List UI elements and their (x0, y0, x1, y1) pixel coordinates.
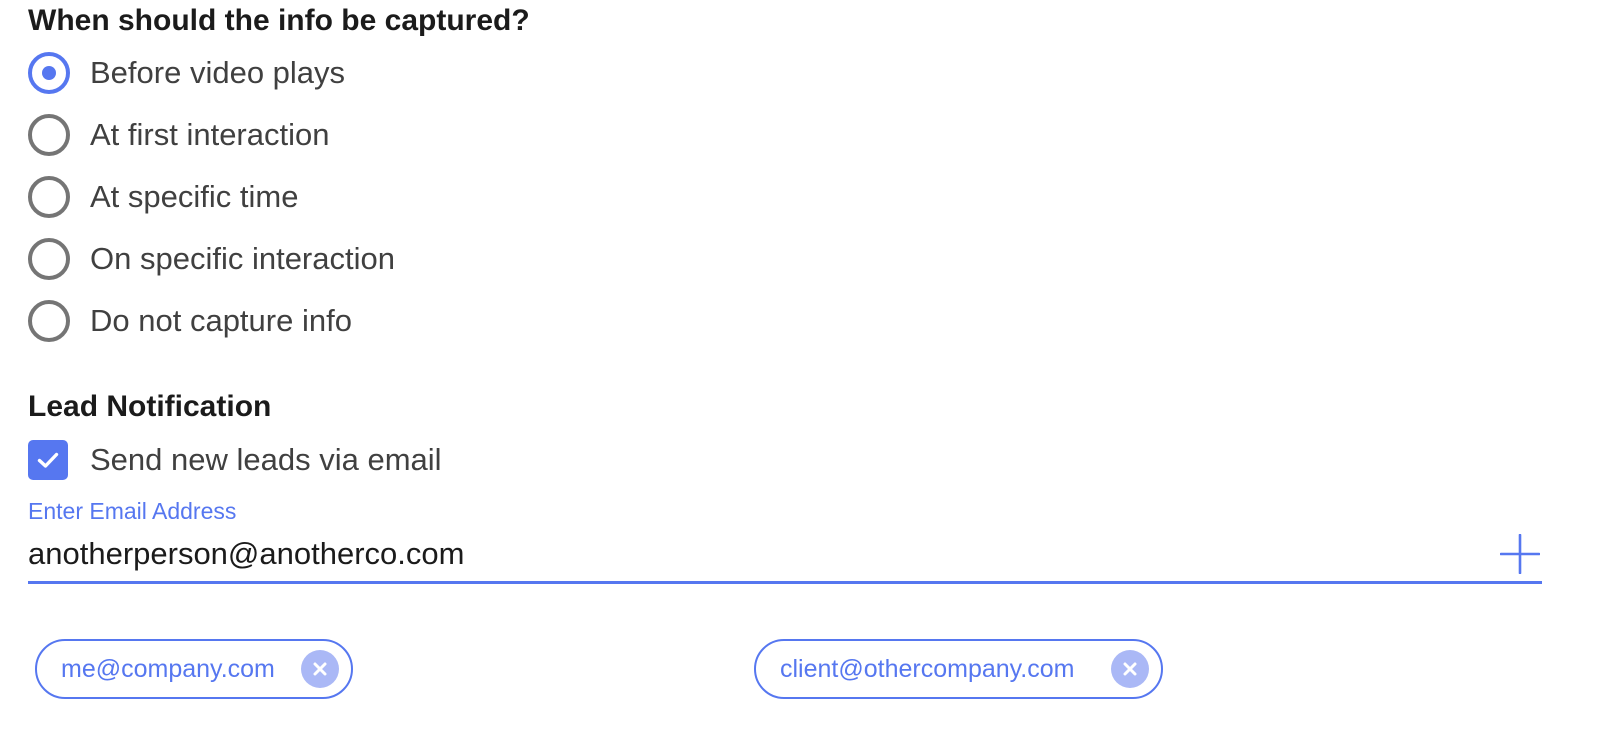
radio-button-first-interaction[interactable] (28, 114, 70, 156)
radio-option-first-interaction[interactable]: At first interaction (28, 104, 395, 166)
email-chip: client@othercompany.com (754, 639, 1163, 699)
radio-button-specific-time[interactable] (28, 176, 70, 218)
email-chip-label: me@company.com (61, 654, 275, 683)
capture-timing-options: Before video plays At first interaction … (28, 42, 395, 352)
send-leads-email-option[interactable]: Send new leads via email (28, 440, 442, 480)
email-field-label: Enter Email Address (28, 498, 237, 524)
send-leads-email-checkbox[interactable] (28, 440, 68, 480)
email-chip-label: client@othercompany.com (780, 654, 1075, 683)
radio-button-specific-interaction[interactable] (28, 238, 70, 280)
email-field (28, 532, 1542, 584)
radio-label-do-not-capture: Do not capture info (90, 303, 352, 338)
email-input[interactable] (28, 532, 1468, 576)
radio-label-specific-interaction: On specific interaction (90, 241, 395, 276)
radio-label-specific-time: At specific time (90, 179, 299, 214)
close-icon (1123, 662, 1137, 676)
add-email-button[interactable] (1499, 533, 1541, 575)
email-chip: me@company.com (35, 639, 353, 699)
plus-icon (1499, 533, 1541, 575)
radio-option-do-not-capture[interactable]: Do not capture info (28, 290, 395, 352)
radio-button-before-video[interactable] (28, 52, 70, 94)
radio-option-specific-time[interactable]: At specific time (28, 166, 395, 228)
remove-email-button[interactable] (301, 650, 339, 688)
radio-button-do-not-capture[interactable] (28, 300, 70, 342)
lead-notification-heading: Lead Notification (28, 390, 272, 423)
close-icon (313, 662, 327, 676)
remove-email-button[interactable] (1111, 650, 1149, 688)
radio-label-first-interaction: At first interaction (90, 117, 330, 152)
radio-label-before-video: Before video plays (90, 55, 346, 90)
radio-option-specific-interaction[interactable]: On specific interaction (28, 228, 395, 290)
send-leads-email-label: Send new leads via email (90, 442, 442, 477)
checkmark-icon (37, 452, 59, 468)
capture-timing-heading: When should the info be captured? (28, 4, 530, 37)
radio-option-before-video[interactable]: Before video plays (28, 42, 395, 104)
